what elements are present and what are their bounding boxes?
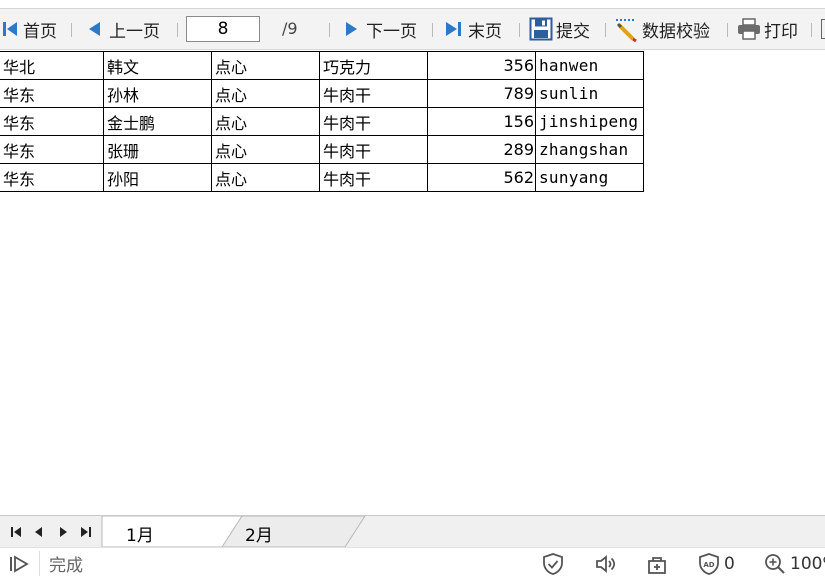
table-cell[interactable]: 289 [427, 135, 536, 164]
validate-label: 数据校验 [642, 21, 710, 42]
svg-text:AD: AD [703, 561, 714, 569]
prev-sheet-button[interactable] [32, 525, 46, 539]
table-row: 华东 金士鹏 点心 牛肉干 156 jinshipeng [0, 107, 644, 136]
first-sheet-icon [10, 526, 21, 537]
last-sheet-icon [81, 526, 92, 537]
sheet-tab-bar: 1月 2月 [0, 515, 825, 547]
table-cell[interactable]: 牛肉干 [319, 79, 428, 108]
table-cell[interactable]: 孙阳 [103, 163, 212, 192]
table-cell[interactable]: 牛肉干 [319, 163, 428, 192]
sheet-tab-feb[interactable]: 2月 [245, 521, 273, 546]
last-sheet-button[interactable] [79, 525, 93, 539]
report-toolbar: 首页 上一页 8 /9 下一页 末页 提交 数据校验 打印 [0, 8, 825, 50]
table-row: 华东 孙林 点心 牛肉干 789 sunlin [0, 79, 644, 108]
zoom-control[interactable]: 100% [764, 548, 825, 579]
table-row: 华东 张珊 点心 牛肉干 289 zhangshan [0, 135, 644, 164]
play-icon [10, 554, 29, 573]
shield-check-icon [543, 552, 563, 575]
table-cell[interactable]: 华东 [0, 163, 104, 192]
table-cell[interactable]: 韩文 [103, 51, 212, 80]
table-cell[interactable]: 张珊 [103, 135, 212, 164]
prev-page-button[interactable]: 上一页 [86, 9, 160, 49]
next-sheet-button[interactable] [56, 525, 70, 539]
status-bar: 完成 AD 0 100 [0, 547, 825, 578]
export-icon[interactable] [821, 19, 825, 39]
page-total: /9 [282, 19, 298, 38]
table-cell[interactable]: 点心 [211, 79, 320, 108]
save-icon [529, 17, 553, 41]
sheet-tab-jan[interactable]: 1月 [126, 521, 154, 546]
table-cell[interactable]: 点心 [211, 107, 320, 136]
status-divider [39, 551, 40, 576]
lock-button[interactable] [646, 548, 668, 579]
table-cell[interactable]: jinshipeng [535, 107, 644, 136]
table-cell[interactable]: 华北 [0, 51, 104, 80]
toolbar-divider [811, 23, 812, 37]
table-cell[interactable]: 牛肉干 [319, 107, 428, 136]
status-text: 完成 [49, 556, 83, 576]
ad-block-button[interactable]: AD 0 [698, 548, 735, 579]
toolbar-divider [71, 23, 72, 37]
toolbar-divider [727, 23, 728, 37]
print-icon [738, 18, 760, 40]
submit-label: 提交 [556, 21, 590, 42]
prev-page-icon [89, 22, 100, 36]
table-cell[interactable]: zhangshan [535, 135, 644, 164]
table-cell[interactable]: 华东 [0, 107, 104, 136]
speaker-icon [596, 554, 616, 573]
table-cell[interactable]: 点心 [211, 163, 320, 192]
page-number-input[interactable]: 8 [186, 16, 260, 42]
toolbar-divider [177, 23, 178, 37]
table-cell[interactable]: 点心 [211, 51, 320, 80]
toolbar-divider [432, 23, 433, 37]
sound-button[interactable] [593, 548, 617, 579]
toolbar-divider [605, 23, 606, 37]
table-cell[interactable]: 点心 [211, 135, 320, 164]
security-button[interactable] [541, 548, 565, 579]
zoom-level: 100% [790, 553, 825, 574]
print-label: 打印 [764, 21, 798, 42]
table-cell[interactable]: 356 [427, 51, 536, 80]
sheet-navigation [0, 516, 102, 547]
ad-block-icon: AD [699, 552, 719, 575]
ad-block-count: 0 [724, 553, 735, 574]
validate-button[interactable]: 数据校验 [614, 9, 710, 49]
report-table: 华北 韩文 点心 巧克力 356 hanwen 华东 孙林 点心 牛肉干 789… [0, 51, 644, 192]
prev-sheet-icon [35, 526, 43, 537]
first-page-label: 首页 [23, 21, 57, 42]
table-cell[interactable]: sunlin [535, 79, 644, 108]
first-page-button[interactable]: 首页 [0, 9, 57, 49]
table-cell[interactable]: 牛肉干 [319, 135, 428, 164]
last-page-label: 末页 [468, 21, 502, 42]
next-page-label: 下一页 [366, 21, 417, 42]
table-cell[interactable]: 华东 [0, 135, 104, 164]
table-row: 华东 孙阳 点心 牛肉干 562 sunyang [0, 163, 644, 192]
next-page-button[interactable]: 下一页 [342, 9, 417, 49]
play-button[interactable] [8, 548, 30, 579]
table-row: 华北 韩文 点心 巧克力 356 hanwen [0, 51, 644, 80]
lock-icon [648, 556, 666, 574]
table-cell[interactable]: 562 [427, 163, 536, 192]
table-cell[interactable]: 巧克力 [319, 51, 428, 80]
first-page-icon [3, 22, 17, 36]
toolbar-divider [329, 23, 330, 37]
table-cell[interactable]: sunyang [535, 163, 644, 192]
next-page-icon [346, 22, 357, 36]
table-cell[interactable]: 156 [427, 107, 536, 136]
submit-button[interactable]: 提交 [529, 9, 590, 49]
toolbar-divider [519, 23, 520, 37]
table-cell[interactable]: hanwen [535, 51, 644, 80]
last-page-button[interactable]: 末页 [444, 9, 502, 49]
prev-page-label: 上一页 [109, 21, 160, 42]
zoom-icon [765, 553, 785, 574]
table-cell[interactable]: 华东 [0, 79, 104, 108]
print-button[interactable]: 打印 [737, 9, 798, 49]
table-cell[interactable]: 金士鹏 [103, 107, 212, 136]
table-cell[interactable]: 789 [427, 79, 536, 108]
next-sheet-icon [59, 526, 67, 537]
first-sheet-button[interactable] [9, 525, 23, 539]
last-page-icon [446, 22, 461, 36]
validate-icon [616, 19, 637, 42]
table-cell[interactable]: 孙林 [103, 79, 212, 108]
